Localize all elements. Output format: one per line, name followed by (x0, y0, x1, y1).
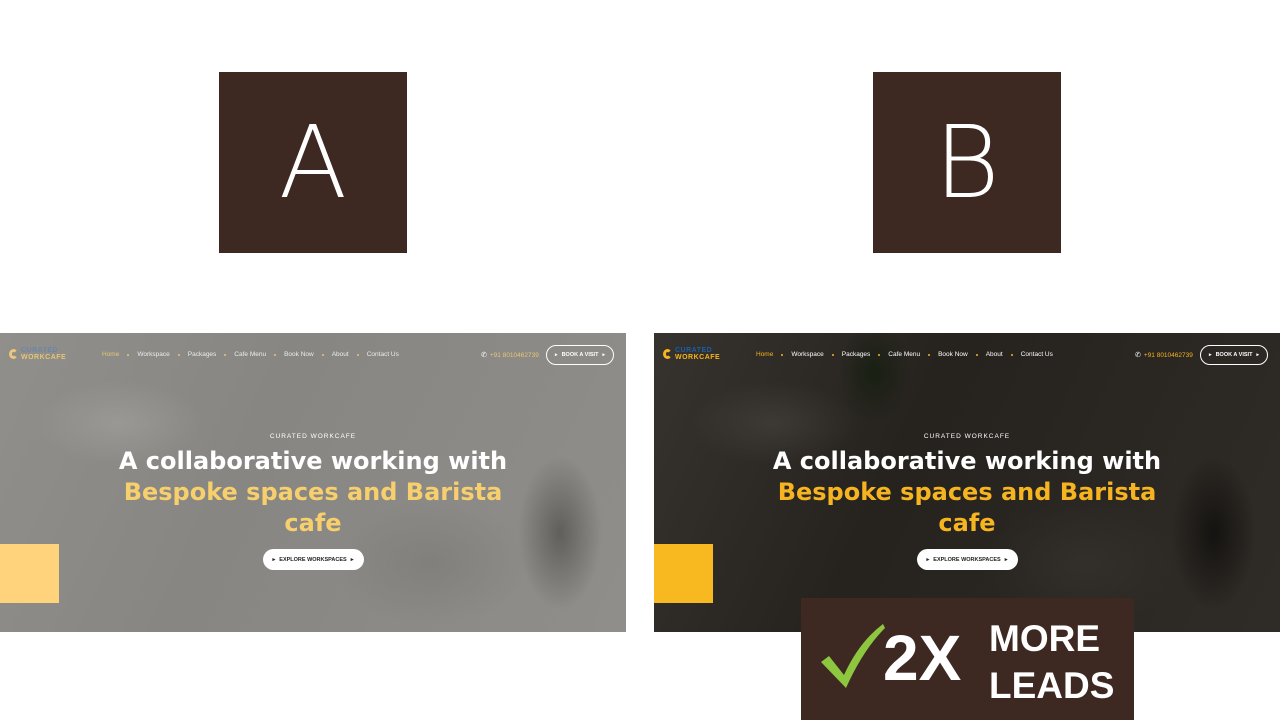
hero-section: CURATED WORKCAFE A collaborative working… (654, 433, 1280, 570)
nav-separator (878, 353, 881, 356)
book-visit-button[interactable]: ▸ BOOK A VISIT ▸ (1200, 345, 1268, 365)
checkmark-icon (821, 624, 885, 688)
nav-item-book-now[interactable]: Book Now (938, 351, 968, 358)
nav-item-cafe-menu[interactable]: Cafe Menu (888, 351, 920, 358)
logo-top-text: CURATED (675, 347, 713, 354)
decorative-square (654, 544, 713, 603)
nav-item-cafe-menu[interactable]: Cafe Menu (234, 351, 266, 358)
logo-top-text: CURATED (21, 347, 59, 354)
headline-line-3: cafe (938, 509, 996, 537)
nav-item-about[interactable]: About (332, 351, 349, 358)
badge-line-1: MORE (989, 618, 1100, 659)
nav-separator (274, 353, 277, 356)
nav-separator (127, 353, 130, 356)
nav-item-book-now[interactable]: Book Now (284, 351, 314, 358)
nav-separator (321, 353, 324, 356)
nav-item-packages[interactable]: Packages (842, 351, 871, 358)
nav-item-workspace[interactable]: Workspace (137, 351, 169, 358)
nav-separator (831, 353, 834, 356)
nav-separator (1010, 353, 1013, 356)
arrow-left-icon: ▸ (555, 352, 558, 358)
hero-eyebrow: CURATED WORKCAFE (923, 433, 1011, 440)
headline-line-3: cafe (284, 509, 342, 537)
nav-item-packages[interactable]: Packages (188, 351, 217, 358)
variant-a-label: A (219, 72, 407, 253)
site-logo[interactable]: CURATED WORKCAFE (9, 347, 66, 361)
result-badge: 2X MORE LEADS (801, 598, 1134, 720)
decorative-square (0, 544, 59, 603)
logo-mark-icon (9, 349, 18, 359)
explore-workspaces-button[interactable]: ▸ EXPLORE WORKSPACES ▸ (916, 549, 1018, 570)
arrow-right-icon: ▸ (350, 556, 354, 563)
headline-line-2: Bespoke spaces and Barista (123, 478, 503, 506)
variant-b-screenshot: CURATED WORKCAFE Home Workspace Packages… (654, 333, 1280, 632)
explore-workspaces-button[interactable]: ▸ EXPLORE WORKSPACES ▸ (262, 549, 364, 570)
nav-item-about[interactable]: About (986, 351, 1003, 358)
nav-item-contact-us[interactable]: Contact Us (367, 351, 399, 358)
phone-icon: ✆ (1135, 352, 1141, 359)
hero-eyebrow: CURATED WORKCAFE (269, 433, 357, 440)
arrow-left-icon: ▸ (272, 556, 276, 563)
phone-link[interactable]: ✆ +91 8010462739 (1135, 351, 1193, 360)
nav-item-home[interactable]: Home (102, 351, 119, 358)
logo-mark-icon (663, 349, 672, 359)
nav-item-contact-us[interactable]: Contact Us (1021, 351, 1053, 358)
headline-line-2: Bespoke spaces and Barista (777, 478, 1157, 506)
logo-bottom-text: WORKCAFE (675, 354, 721, 361)
arrow-left-icon: ▸ (926, 556, 930, 563)
arrow-right-icon: ▸ (602, 352, 605, 358)
logo-bottom-text: WORKCAFE (21, 354, 67, 361)
nav-separator (177, 353, 180, 356)
hero-section: CURATED WORKCAFE A collaborative working… (0, 433, 626, 570)
book-visit-label: BOOK A VISIT (1215, 352, 1253, 358)
nav-separator (224, 353, 227, 356)
arrow-right-icon: ▸ (1004, 556, 1008, 563)
explore-label: EXPLORE WORKSPACES (933, 556, 1001, 563)
book-visit-label: BOOK A VISIT (561, 352, 599, 358)
hero-headline: A collaborative working with Bespoke spa… (654, 446, 1280, 539)
phone-number: +91 8010462739 (489, 351, 539, 359)
nav-separator (928, 353, 931, 356)
book-visit-button[interactable]: ▸ BOOK A VISIT ▸ (546, 345, 614, 365)
phone-number: +91 8010462739 (1143, 351, 1193, 359)
explore-label: EXPLORE WORKSPACES (279, 556, 347, 563)
headline-line-1: A collaborative working with (772, 447, 1162, 475)
phone-icon: ✆ (481, 352, 487, 359)
nav-separator (356, 353, 359, 356)
nav-item-home[interactable]: Home (756, 351, 773, 358)
nav-separator (975, 353, 978, 356)
phone-link[interactable]: ✆ +91 8010462739 (481, 351, 539, 360)
nav-item-workspace[interactable]: Workspace (791, 351, 823, 358)
badge-line-2: LEADS (989, 665, 1115, 706)
nav-separator (781, 353, 784, 356)
hero-headline: A collaborative working with Bespoke spa… (0, 446, 626, 539)
site-logo[interactable]: CURATED WORKCAFE (663, 347, 720, 361)
headline-line-1: A collaborative working with (118, 447, 508, 475)
badge-multiplier: 2X (883, 622, 962, 694)
main-nav: Home Workspace Packages Cafe Menu Book N… (756, 351, 1053, 358)
variant-a-screenshot: CURATED WORKCAFE Home Workspace Packages… (0, 333, 626, 632)
variant-b-label: B (873, 72, 1061, 253)
main-nav: Home Workspace Packages Cafe Menu Book N… (102, 351, 399, 358)
arrow-right-icon: ▸ (1256, 352, 1259, 358)
arrow-left-icon: ▸ (1209, 352, 1212, 358)
